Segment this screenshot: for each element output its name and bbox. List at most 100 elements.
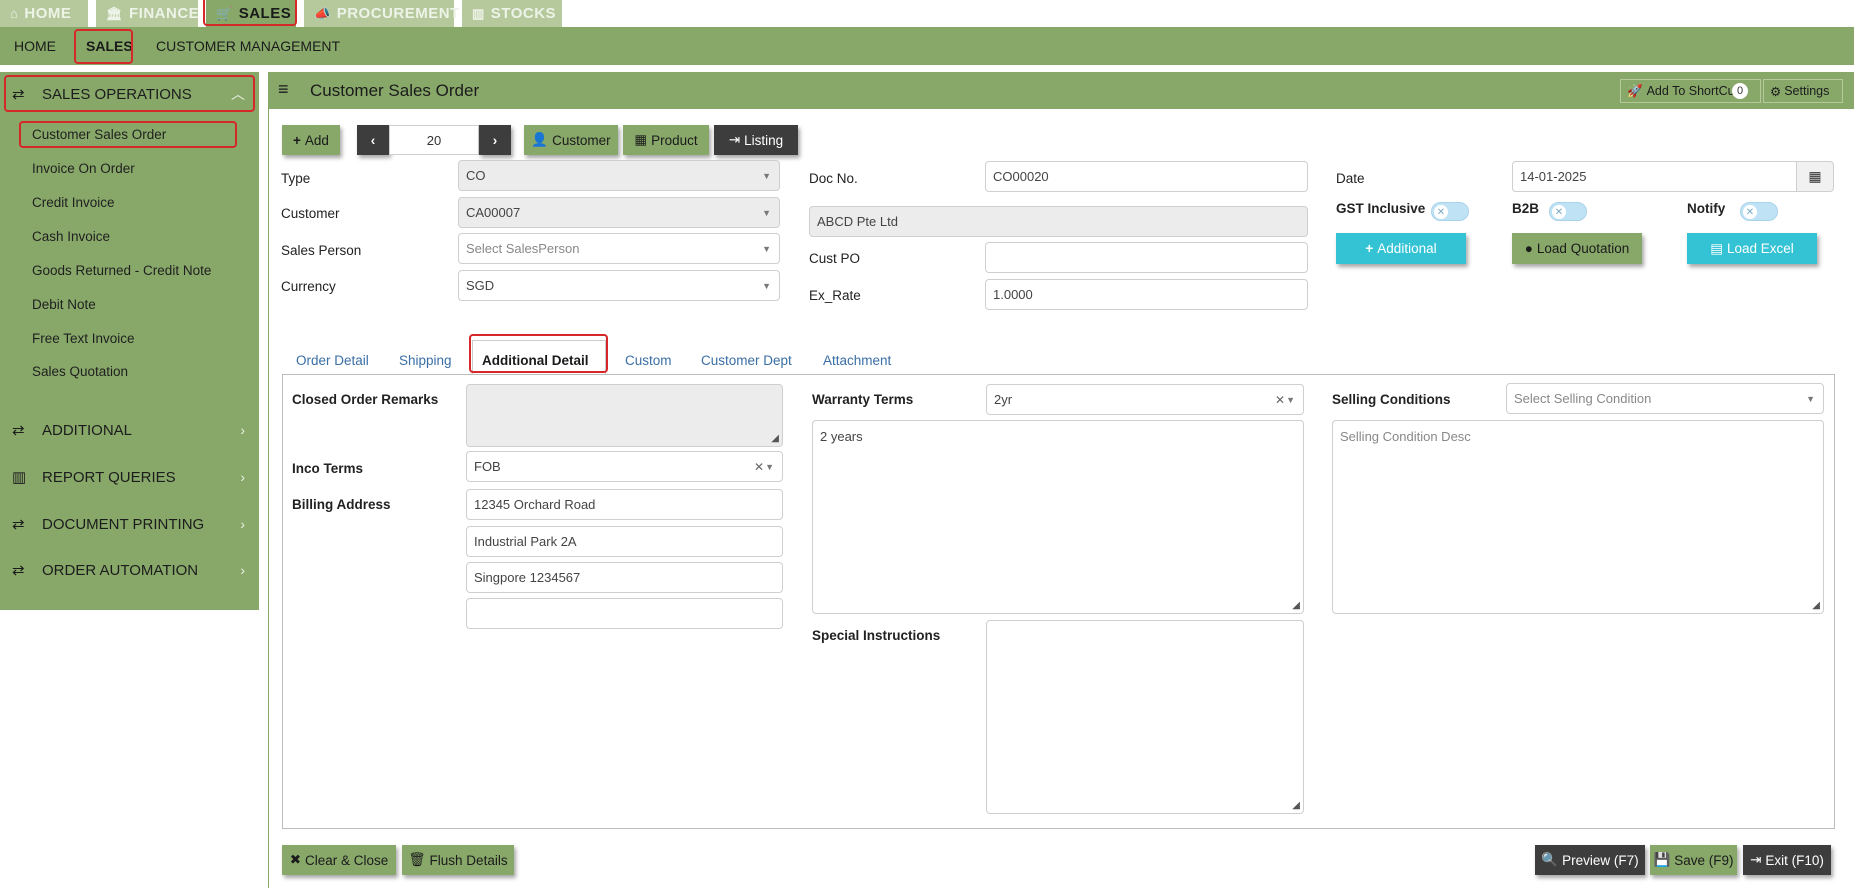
highlight-box — [74, 29, 133, 64]
top-nav: ⌂ HOME 🏛 FINANCE 🛒 SALES 📣 PROCUREMENT ▥ STOC… — [0, 0, 1854, 27]
special-instructions-textarea[interactable]: ◢ — [986, 620, 1304, 814]
sidebar-section-report-queries[interactable]: ▥ REPORT QUERIES › — [0, 457, 259, 497]
flush-details-button[interactable]: 🗑 Flush Details — [402, 845, 514, 875]
currency-label: Currency — [281, 279, 336, 294]
caret-down-icon: ▼ — [1286, 394, 1295, 405]
settings-button[interactable]: ⚙ Settings — [1763, 79, 1843, 103]
rocket-icon: 🚀 — [1627, 83, 1643, 98]
hamburger-icon[interactable]: ≡ — [278, 79, 289, 100]
tab-customer-dept[interactable]: Customer Dept — [701, 345, 792, 375]
clear-icon[interactable]: ✕ — [1275, 393, 1285, 407]
top-tab-home[interactable]: ⌂ HOME — [0, 0, 88, 27]
subnav-home[interactable]: HOME — [14, 27, 56, 65]
warranty-desc-textarea[interactable]: 2 years ◢ — [812, 420, 1304, 614]
sidebar-item-debit-note[interactable]: Debit Note — [32, 294, 96, 314]
cubes-icon: ▦ — [634, 132, 648, 147]
subnav-customer-management[interactable]: CUSTOMER MANAGEMENT — [156, 27, 340, 65]
caret-down-icon: ▼ — [1806, 393, 1815, 404]
billing-address-line-1[interactable]: 12345 Orchard Road — [466, 489, 783, 520]
calendar-icon[interactable]: ▦ — [1797, 161, 1834, 192]
exit-button[interactable]: ⇥ Exit (F10) — [1743, 845, 1831, 875]
chevron-right-icon: › — [240, 516, 245, 532]
bank-icon: 🏛 — [106, 5, 124, 21]
bar-chart-icon: ▥ — [472, 5, 485, 21]
prev-record-button[interactable]: ‹ — [357, 125, 389, 155]
chevron-right-icon: › — [240, 422, 245, 438]
load-quotation-button[interactable]: ● Load Quotation — [1512, 233, 1642, 264]
highlight-box — [19, 121, 237, 148]
customer-select[interactable]: CA00007 ▼ — [458, 197, 780, 228]
resize-grip-icon: ◢ — [1292, 600, 1300, 611]
customer-name-field: ABCD Pte Ltd — [809, 206, 1308, 237]
inco-terms-select[interactable]: FOB ✕ ▼ — [466, 451, 783, 482]
megaphone-icon: 📣 — [314, 5, 331, 21]
selling-conditions-select[interactable]: Select Selling Condition ▼ — [1506, 383, 1824, 414]
top-tab-stocks[interactable]: ▥ STOCKS — [462, 0, 562, 27]
load-excel-button[interactable]: ▤ Load Excel — [1687, 233, 1817, 264]
billing-address-label: Billing Address — [292, 497, 391, 512]
tab-order-detail[interactable]: Order Detail — [296, 345, 369, 375]
record-number-input[interactable]: 20 — [389, 125, 479, 155]
closed-remarks-textarea[interactable]: ◢ — [466, 384, 783, 447]
exchange-icon: ⇄ — [12, 516, 25, 533]
plus-icon: + — [1365, 241, 1374, 256]
clear-icon[interactable]: ✕ — [754, 460, 764, 474]
billing-address-line-4[interactable] — [466, 598, 783, 629]
billing-address-line-2[interactable]: Industrial Park 2A — [466, 526, 783, 557]
save-button[interactable]: 💾 Save (F9) — [1650, 845, 1737, 875]
sidebar-section-order-automation[interactable]: ⇄ ORDER AUTOMATION › — [0, 550, 259, 590]
docno-input[interactable]: CO00020 — [985, 161, 1308, 192]
selling-conditions-label: Selling Conditions — [1332, 392, 1451, 407]
caret-down-icon: ▼ — [762, 170, 771, 181]
sidebar: ⇄ SALES OPERATIONS ︿ Customer Sales Orde… — [0, 72, 259, 610]
type-select[interactable]: CO ▼ — [458, 160, 780, 191]
listing-button[interactable]: ⇥ Listing — [714, 125, 798, 155]
top-tab-procurement[interactable]: 📣 PROCUREMENT — [304, 0, 459, 27]
preview-button[interactable]: 🔍 Preview (F7) — [1535, 845, 1645, 875]
clear-close-button[interactable]: ✖ Clear & Close — [282, 845, 396, 875]
next-record-button[interactable]: › — [479, 125, 511, 155]
tab-attachment[interactable]: Attachment — [823, 345, 891, 375]
date-input[interactable]: 14-01-2025 — [1512, 161, 1797, 192]
notify-label: Notify — [1687, 201, 1726, 216]
additional-button[interactable]: + Additional — [1336, 233, 1466, 264]
custpo-input[interactable] — [985, 242, 1308, 273]
sub-nav: HOME SALES CUSTOMER MANAGEMENT — [0, 27, 1854, 65]
salesperson-select[interactable]: Select SalesPerson ▼ — [458, 233, 780, 264]
sidebar-item-sales-quotation[interactable]: Sales Quotation — [32, 361, 128, 381]
sidebar-section-additional[interactable]: ⇄ ADDITIONAL › — [0, 410, 259, 450]
sidebar-section-document-printing[interactable]: ⇄ DOCUMENT PRINTING › — [0, 504, 259, 544]
gst-toggle[interactable]: ✕ — [1431, 202, 1469, 221]
tab-shipping[interactable]: Shipping — [399, 345, 452, 375]
selling-condition-desc-textarea[interactable]: Selling Condition Desc ◢ — [1332, 420, 1824, 614]
sidebar-item-free-text-invoice[interactable]: Free Text Invoice — [32, 328, 135, 348]
sidebar-item-cash-invoice[interactable]: Cash Invoice — [32, 226, 110, 246]
file-excel-icon: ▤ — [1710, 240, 1723, 256]
add-to-shortcut-button[interactable]: 🚀 Add To ShortCut 0 — [1620, 79, 1761, 103]
docno-label: Doc No. — [809, 171, 858, 186]
resize-grip-icon: ◢ — [771, 433, 779, 444]
b2b-toggle[interactable]: ✕ — [1549, 202, 1587, 221]
exrate-input[interactable]: 1.0000 — [985, 279, 1308, 310]
add-button[interactable]: + Add — [282, 125, 340, 155]
billing-address-line-3[interactable]: Singpore 1234567 — [466, 562, 783, 593]
sidebar-item-invoice-on-order[interactable]: Invoice On Order — [32, 158, 135, 178]
warranty-terms-label: Warranty Terms — [812, 392, 914, 407]
close-icon: ✖ — [289, 852, 302, 867]
shortcut-count-badge: 0 — [1732, 83, 1748, 99]
product-button[interactable]: ▦ Product — [623, 125, 709, 155]
tab-custom[interactable]: Custom — [625, 345, 672, 375]
page-header: ≡ Customer Sales Order 🚀 Add To ShortCut … — [268, 72, 1854, 109]
caret-down-icon: ▼ — [765, 461, 774, 472]
sidebar-item-goods-returned[interactable]: Goods Returned - Credit Note — [32, 260, 211, 280]
currency-select[interactable]: SGD ▼ — [458, 270, 780, 301]
warranty-terms-select[interactable]: 2yr ✕ ▼ — [986, 384, 1304, 415]
trash-icon: 🗑 — [408, 852, 426, 867]
search-icon: 🔍 — [1541, 852, 1559, 867]
customer-label: Customer — [281, 206, 340, 221]
top-tab-finance[interactable]: 🏛 FINANCE — [96, 0, 199, 27]
customer-button[interactable]: 👤 Customer — [524, 125, 618, 155]
sidebar-item-credit-invoice[interactable]: Credit Invoice — [32, 192, 115, 212]
notify-toggle[interactable]: ✕ — [1740, 202, 1778, 221]
highlight-box — [4, 75, 255, 112]
